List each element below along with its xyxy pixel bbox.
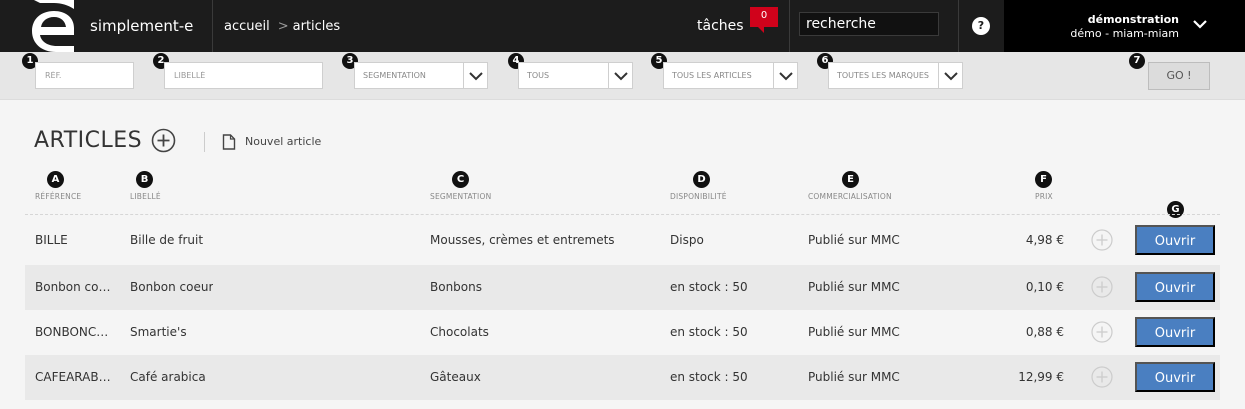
cell-libelle: Café arabica [130, 370, 206, 384]
add-icon[interactable] [1091, 321, 1113, 343]
add-article-icon[interactable] [151, 128, 176, 153]
open-button[interactable]: Ouvrir [1135, 317, 1215, 347]
libelle-filter-input[interactable] [164, 62, 323, 89]
column-header-prix[interactable]: PRIX [1035, 192, 1053, 201]
divider [789, 0, 790, 52]
breadcrumb: accueil > articles [224, 19, 340, 34]
chevron-down-icon[interactable] [463, 63, 487, 88]
column-badge-e: E [842, 171, 859, 188]
cell-prix: 0,88 € [1025, 325, 1064, 339]
breadcrumb-current: articles [292, 19, 341, 34]
segmentation-select[interactable]: SEGMENTATION [354, 62, 488, 89]
chevron-down-icon[interactable] [938, 63, 962, 88]
document-icon[interactable] [222, 134, 236, 150]
table-row[interactable]: BONBONC… Smartie's Chocolats en stock : … [25, 310, 1220, 355]
column-header-commercialisation[interactable]: COMMERCIALISATION [808, 192, 892, 201]
breadcrumb-home[interactable]: accueil [224, 19, 270, 34]
user-name: démonstration [1087, 13, 1179, 26]
articles-select[interactable]: TOUS LES ARTICLES [663, 62, 798, 89]
column-badge-d: D [693, 171, 710, 188]
cell-segmentation: Mousses, crèmes et entremets [430, 233, 615, 247]
cell-reference: BONBONC… [35, 325, 109, 339]
cell-reference: Bonbon co… [35, 280, 111, 294]
divider [204, 132, 205, 152]
open-button[interactable]: Ouvrir [1135, 362, 1215, 392]
cell-prix: 12,99 € [1018, 370, 1064, 384]
column-header-segmentation[interactable]: SEGMENTATION [430, 192, 491, 201]
cell-segmentation: Bonbons [430, 280, 482, 294]
tasks-count-badge[interactable]: 0 [750, 7, 778, 33]
status-select[interactable]: TOUS [518, 62, 633, 89]
cell-commercialisation: Publié sur MMC [808, 280, 900, 294]
add-icon[interactable] [1091, 229, 1113, 251]
column-badge-g: G [1167, 201, 1184, 218]
cell-prix: 0,10 € [1025, 280, 1064, 294]
segmentation-select-value: SEGMENTATION [363, 71, 426, 80]
cell-commercialisation: Publié sur MMC [808, 370, 900, 384]
go-button[interactable]: GO ! [1148, 62, 1210, 90]
column-badge-b: B [136, 171, 153, 188]
table-row[interactable]: CAFEARAB… Café arabica Gâteaux en stock … [25, 355, 1220, 400]
chevron-down-icon[interactable] [773, 63, 797, 88]
help-icon[interactable]: ? [972, 17, 990, 35]
open-button[interactable]: Ouvrir [1135, 225, 1215, 255]
table-row[interactable]: BILLE Bille de fruit Mousses, crèmes et … [25, 218, 1220, 263]
chevron-down-icon[interactable] [608, 63, 632, 88]
cell-libelle: Bonbon coeur [130, 280, 214, 294]
cell-disponibilite: en stock : 50 [670, 325, 748, 339]
cell-disponibilite: Dispo [670, 233, 704, 247]
add-icon[interactable] [1091, 276, 1113, 298]
top-bar: simplement-e accueil >articles tâches 0 ?… [0, 0, 1245, 52]
open-button[interactable]: Ouvrir [1135, 272, 1215, 302]
status-select-value: TOUS [527, 71, 550, 80]
ref-filter-input[interactable] [35, 62, 134, 89]
cell-reference: CAFEARAB… [35, 370, 111, 384]
user-subtitle: démo - miam-miam [1070, 27, 1179, 40]
articles-select-value: TOUS LES ARTICLES [672, 71, 752, 80]
add-icon[interactable] [1091, 366, 1113, 388]
breadcrumb-separator: > [277, 19, 289, 34]
divider [958, 0, 959, 52]
filter-badge-7: 7 [1129, 53, 1145, 69]
column-badge-c: C [452, 171, 469, 188]
column-badge-f: F [1035, 171, 1052, 188]
cell-reference: BILLE [35, 233, 68, 247]
logo-icon[interactable] [28, 0, 78, 52]
divider [212, 0, 213, 52]
cell-prix: 4,98 € [1025, 233, 1064, 247]
column-header-reference[interactable]: RÉFÉRENCE [35, 192, 81, 201]
column-header-disponibilite[interactable]: DISPONIBILITÉ [670, 192, 727, 201]
table-row[interactable]: Bonbon co… Bonbon coeur Bonbons en stock… [25, 265, 1220, 310]
brands-select[interactable]: TOUTES LES MARQUES [828, 62, 963, 89]
cell-libelle: Smartie's [130, 325, 187, 339]
brand-name[interactable]: simplement-e [90, 17, 193, 35]
cell-segmentation: Gâteaux [430, 370, 481, 384]
new-article-link[interactable]: Nouvel article [245, 135, 321, 148]
page-title: ARTICLES [34, 128, 143, 153]
search-input[interactable] [799, 12, 939, 36]
cell-commercialisation: Publié sur MMC [808, 325, 900, 339]
cell-disponibilite: en stock : 50 [670, 280, 748, 294]
cell-disponibilite: en stock : 50 [670, 370, 748, 384]
cell-libelle: Bille de fruit [130, 233, 204, 247]
tasks-link[interactable]: tâches [697, 18, 744, 34]
header-divider [25, 214, 1220, 215]
filter-bar: 1 2 3 SEGMENTATION 4 TOUS 5 TOUS LES ART… [0, 52, 1245, 100]
chevron-down-icon[interactable] [1193, 18, 1207, 30]
cell-segmentation: Chocolats [430, 325, 489, 339]
column-header-libelle[interactable]: LIBELLÉ [130, 192, 161, 201]
cell-commercialisation: Publié sur MMC [808, 233, 900, 247]
column-badge-a: A [47, 171, 64, 188]
user-menu[interactable]: démonstration démo - miam-miam [1004, 0, 1245, 52]
brands-select-value: TOUTES LES MARQUES [837, 71, 929, 80]
